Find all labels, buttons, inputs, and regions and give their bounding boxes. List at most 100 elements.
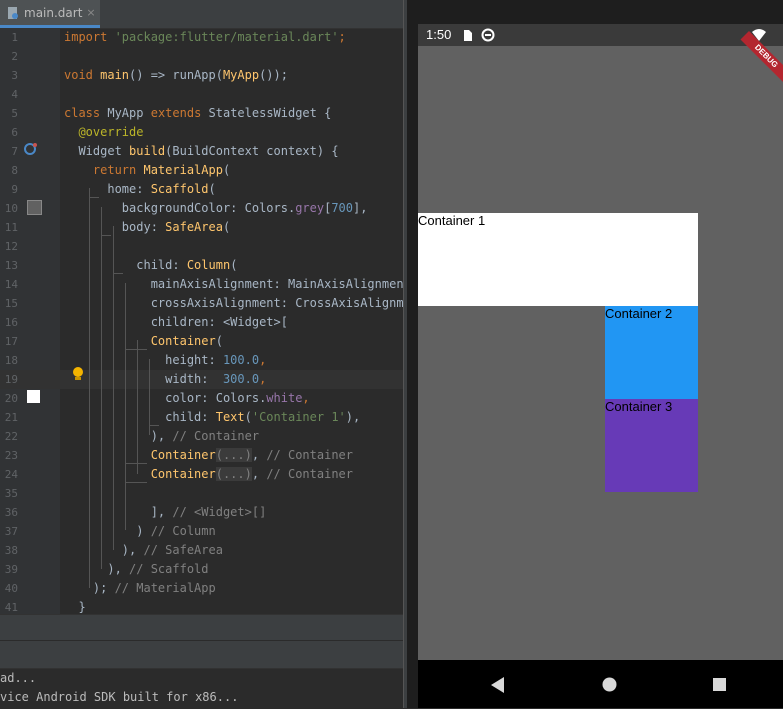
line-number: 39 [4, 563, 18, 576]
code-line[interactable]: 5 class MyApp extends StatelessWidget { [0, 104, 403, 123]
code-line[interactable]: 18 height: 100.0, [0, 351, 403, 370]
container-2: Container 2 [605, 306, 698, 399]
code-line[interactable]: 6 @override [0, 123, 403, 142]
indent-guide [125, 482, 147, 483]
console-line: ad... [0, 671, 37, 685]
code-line[interactable]: 17 Container( [0, 332, 403, 351]
line-number: 35 [4, 487, 18, 500]
android-status-bar: 1:50 DEBUG [418, 24, 783, 82]
code-line[interactable]: 20 color: Colors.white, [0, 389, 403, 408]
close-tab-icon[interactable]: × [86, 6, 95, 19]
code-line[interactable]: 2 [0, 47, 403, 66]
code-line[interactable]: 7 Widget build(BuildContext context) { [0, 142, 403, 161]
run-console: ad... vice Android SDK built for x86... [0, 668, 403, 709]
color-swatch-white-icon[interactable] [27, 390, 40, 403]
code-line[interactable]: 19 width: 300.0, [0, 370, 403, 389]
code-line[interactable]: 10 backgroundColor: Colors.grey[700], [0, 199, 403, 218]
lightbulb-icon[interactable] [72, 366, 84, 382]
indent-guide [89, 197, 99, 198]
indent-guide [149, 359, 150, 435]
emulator-screen: 1:50 DEBUG Container 1 Container 2 Conta… [418, 24, 783, 708]
code-text: child: Column( [64, 258, 238, 272]
line-number: 38 [4, 544, 18, 557]
editor-tab-bar: main.dart × [0, 0, 403, 29]
code-line[interactable]: 14 mainAxisAlignment: MainAxisAlignment.… [0, 275, 469, 294]
line-number: 19 [4, 373, 18, 386]
code-editor: main.dart × 1 import 'package:flutter/mat… [0, 0, 469, 709]
line-number: 12 [4, 240, 18, 253]
android-nav-bar [418, 660, 783, 708]
container-1: Container 1 [418, 213, 698, 306]
code-text: ), // Container [64, 429, 260, 443]
code-line[interactable]: 39 ), // Scaffold [0, 560, 403, 579]
code-line[interactable]: 36 ], // <Widget>[] [0, 503, 403, 522]
status-time: 1:50 [426, 27, 452, 42]
code-text: children: <Widget>[ [64, 315, 288, 329]
code-line[interactable]: 23 Container(...), // Container [0, 446, 403, 465]
line-number: 16 [4, 316, 18, 329]
console-line: vice Android SDK built for x86... [0, 690, 239, 704]
line-number: 10 [4, 202, 18, 215]
recents-icon[interactable] [713, 678, 726, 691]
code-text: Container(...), // Container [150, 448, 354, 462]
code-line[interactable]: 11 body: SafeArea( [0, 218, 403, 237]
container-3: Container 3 [605, 399, 698, 492]
tab-main-dart[interactable]: main.dart × [0, 0, 100, 28]
line-number: 15 [4, 297, 18, 310]
back-icon[interactable] [491, 677, 505, 693]
line-number: 9 [11, 183, 18, 196]
indent-guide [149, 425, 159, 426]
line-number: 13 [4, 259, 18, 272]
code-line[interactable]: 24 Container(...), // Container [0, 465, 403, 484]
sim-card-icon [464, 30, 472, 41]
line-number: 11 [4, 221, 18, 234]
line-number: 5 [11, 107, 18, 120]
code-line[interactable]: 15 crossAxisAlignment: CrossAxisAlignmen… [0, 294, 462, 313]
code-text: import 'package:flutter/material.dart'; [64, 30, 346, 44]
code-text: home: Scaffold( [64, 182, 216, 196]
line-number: 6 [11, 126, 18, 139]
home-icon[interactable] [602, 677, 617, 692]
indent-guide [137, 340, 138, 474]
code-line[interactable]: 35 [0, 484, 403, 503]
dart-file-icon [8, 6, 18, 19]
code-line[interactable]: 38 ), // SafeArea [0, 541, 403, 560]
code-line[interactable]: 9 home: Scaffold( [0, 180, 403, 199]
code-text: height: 100.0, [64, 353, 267, 367]
code-text: return MaterialApp( [64, 163, 231, 177]
indent-guide [101, 235, 111, 236]
code-line[interactable]: 1 import 'package:flutter/material.dart'; [0, 28, 403, 47]
code-line[interactable]: 3 void main() => runApp(MyApp()); [0, 66, 403, 85]
line-number: 3 [11, 69, 18, 82]
code-line[interactable]: 13 child: Column( [0, 256, 403, 275]
code-text: child: Text('Container 1'), [64, 410, 361, 424]
code-text: ), // SafeArea [64, 543, 223, 557]
indent-guide [101, 207, 102, 569]
line-number: 17 [4, 335, 18, 348]
code-line[interactable]: 4 [0, 85, 403, 104]
line-number: 20 [4, 392, 18, 405]
code-text: Container(...), // Container [150, 467, 354, 481]
color-swatch-grey-icon[interactable] [27, 200, 42, 215]
line-number: 23 [4, 449, 18, 462]
code-area[interactable]: 1 import 'package:flutter/material.dart';… [0, 28, 469, 614]
code-text: ); // MaterialApp [64, 581, 216, 595]
code-line[interactable]: 22 ), // Container [0, 427, 403, 446]
code-text: Widget build(BuildContext context) { [64, 144, 339, 158]
indent-guide [125, 463, 147, 464]
line-number: 18 [4, 354, 18, 367]
line-number: 1 [11, 31, 18, 44]
code-text: ) // Column [64, 524, 216, 538]
code-line[interactable]: 16 children: <Widget>[ [0, 313, 403, 332]
indent-guide [113, 273, 123, 274]
code-line[interactable]: 21 child: Text('Container 1'), [0, 408, 403, 427]
code-line[interactable]: 37 ) // Column [0, 522, 403, 541]
editor-status-strip [0, 614, 403, 641]
override-method-icon[interactable] [24, 142, 38, 156]
code-line[interactable]: 8 return MaterialApp( [0, 161, 403, 180]
code-line[interactable]: 12 [0, 237, 403, 256]
line-number: 22 [4, 430, 18, 443]
code-text: ], // <Widget>[] [64, 505, 267, 519]
code-line[interactable]: 40 ); // MaterialApp [0, 579, 403, 598]
line-number: 8 [11, 164, 18, 177]
